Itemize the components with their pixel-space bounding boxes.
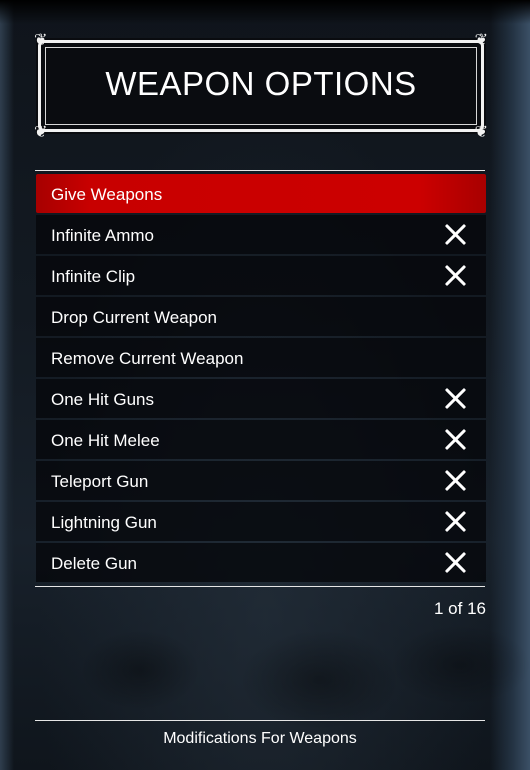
menu-item-one-hit-melee[interactable]: One Hit Melee — [36, 420, 486, 459]
divider-top — [35, 170, 485, 171]
ornament-icon: ❦ — [474, 122, 488, 141]
ornament-icon: ❦ — [474, 30, 488, 49]
x-mark-icon — [444, 264, 467, 287]
menu-item-drop-current-weapon[interactable]: Drop Current Weapon — [36, 297, 486, 336]
menu-item-infinite-ammo[interactable]: Infinite Ammo — [36, 215, 486, 254]
x-mark-icon — [444, 510, 467, 533]
menu-item-label: Remove Current Weapon — [51, 349, 244, 368]
menu-item-label: Drop Current Weapon — [51, 308, 217, 327]
menu-item-one-hit-guns[interactable]: One Hit Guns — [36, 379, 486, 418]
menu-item-label: Lightning Gun — [51, 513, 157, 532]
menu-item-label: One Hit Guns — [51, 390, 154, 409]
ornament-icon: ❦ — [34, 122, 48, 141]
menu-item-remove-current-weapon[interactable]: Remove Current Weapon — [36, 338, 486, 377]
menu-item-label: Give Weapons — [51, 185, 163, 204]
menu-item-teleport-gun[interactable]: Teleport Gun — [36, 461, 486, 500]
x-mark-icon — [444, 387, 467, 410]
ornament-icon: ❦ — [34, 30, 48, 49]
menu-header: ❦ ❦ ❦ ❦ WEAPON OPTIONS — [34, 32, 488, 140]
menu-item-label: Infinite Clip — [51, 267, 136, 286]
page-indicator: 1 of 16 — [434, 599, 486, 618]
divider-footer — [35, 720, 485, 721]
menu-item-delete-gun[interactable]: Delete Gun — [36, 543, 486, 582]
x-mark-icon — [444, 469, 467, 492]
menu-item-label: One Hit Melee — [51, 431, 160, 450]
menu-item-label: Delete Gun — [51, 554, 137, 573]
page-title: WEAPON OPTIONS — [105, 65, 417, 102]
menu-item-give-weapons[interactable]: Give Weapons — [36, 174, 486, 213]
option-description: Modifications For Weapons — [163, 730, 357, 747]
menu-item-infinite-clip[interactable]: Infinite Clip — [36, 256, 486, 295]
menu-item-lightning-gun[interactable]: Lightning Gun — [36, 502, 486, 541]
background-edge-top — [0, 0, 530, 24]
x-mark-icon — [444, 428, 467, 451]
x-mark-icon — [444, 223, 467, 246]
x-mark-icon — [444, 551, 467, 574]
menu-item-label: Infinite Ammo — [51, 226, 154, 245]
option-list: Give Weapons Infinite Ammo Infinite Clip… — [36, 174, 486, 584]
menu-item-label: Teleport Gun — [51, 472, 149, 491]
divider-bottom — [35, 586, 485, 587]
